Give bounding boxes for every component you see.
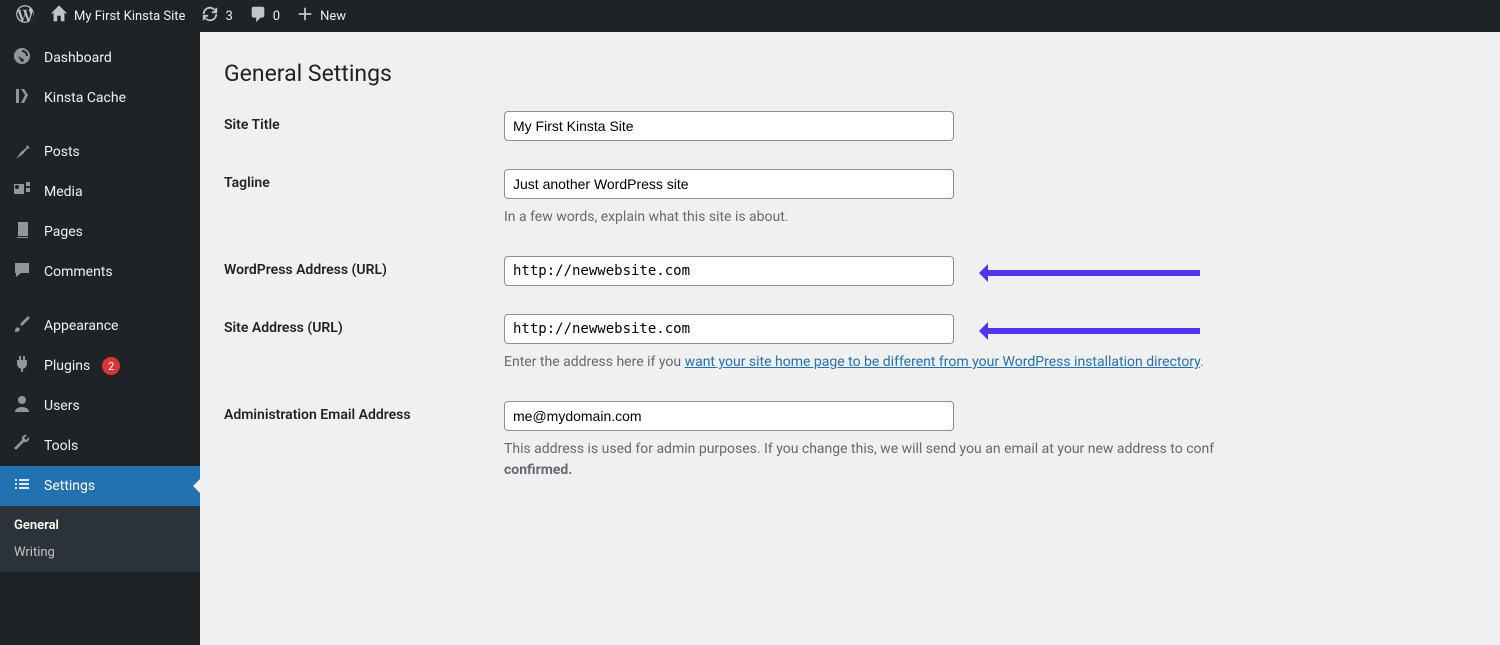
row-tagline: Tagline In a few words, explain what thi… bbox=[224, 169, 1476, 228]
settings-icon bbox=[12, 474, 32, 498]
pages-icon bbox=[12, 220, 32, 244]
sidebar-item-comments[interactable]: Comments bbox=[0, 252, 200, 292]
sidebar-item-settings[interactable]: Settings bbox=[0, 466, 200, 506]
sidebar-label: Users bbox=[44, 398, 80, 414]
sidebar-label: Plugins bbox=[44, 358, 90, 374]
dashboard-icon bbox=[12, 46, 32, 70]
sidebar-label: Dashboard bbox=[44, 50, 112, 66]
admin-email-input[interactable] bbox=[504, 401, 954, 431]
sidebar-label: Appearance bbox=[44, 318, 118, 334]
label-tagline: Tagline bbox=[224, 169, 504, 191]
site-name-link[interactable]: My First Kinsta Site bbox=[42, 0, 193, 32]
pin-icon bbox=[12, 140, 32, 164]
sidebar-label: Comments bbox=[44, 264, 113, 280]
label-wp-url: WordPress Address (URL) bbox=[224, 256, 504, 278]
comments-link[interactable]: 0 bbox=[241, 0, 288, 32]
sidebar-item-tools[interactable]: Tools bbox=[0, 426, 200, 466]
updates-link[interactable]: 3 bbox=[193, 0, 240, 32]
sidebar-item-plugins[interactable]: Plugins 2 bbox=[0, 346, 200, 386]
site-title-input[interactable] bbox=[504, 111, 954, 141]
sidebar-item-pages[interactable]: Pages bbox=[0, 212, 200, 252]
comment-icon bbox=[12, 260, 32, 284]
row-site-url: Site Address (URL) Enter the address her… bbox=[224, 314, 1476, 373]
kinsta-icon bbox=[12, 86, 32, 110]
home-icon bbox=[50, 5, 68, 27]
sidebar-item-kinsta-cache[interactable]: Kinsta Cache bbox=[0, 78, 200, 118]
brush-icon bbox=[12, 314, 32, 338]
sidebar-label: Pages bbox=[44, 224, 83, 240]
site-url-description: Enter the address here if you want your … bbox=[504, 352, 1476, 373]
annotation-arrow bbox=[970, 324, 1200, 338]
tagline-input[interactable] bbox=[504, 169, 954, 199]
sidebar-label: Posts bbox=[44, 144, 80, 160]
sidebar-separator bbox=[0, 292, 200, 306]
sidebar-label: Media bbox=[44, 184, 83, 200]
label-admin-email: Administration Email Address bbox=[224, 401, 504, 423]
sidebar-label: Tools bbox=[44, 438, 78, 454]
wrench-icon bbox=[12, 434, 32, 458]
wp-url-input[interactable] bbox=[504, 256, 954, 286]
user-icon bbox=[12, 394, 32, 418]
label-site-title: Site Title bbox=[224, 111, 504, 133]
comments-icon bbox=[249, 5, 267, 27]
new-content-link[interactable]: New bbox=[288, 0, 354, 32]
sidebar-separator bbox=[0, 118, 200, 132]
sidebar-item-media[interactable]: Media bbox=[0, 172, 200, 212]
updates-count: 3 bbox=[225, 9, 232, 24]
new-content-label: New bbox=[320, 9, 346, 24]
plugins-update-badge: 2 bbox=[102, 357, 120, 375]
plus-icon bbox=[296, 5, 314, 27]
sidebar-item-dashboard[interactable]: Dashboard bbox=[0, 38, 200, 78]
submenu-item-general[interactable]: General bbox=[0, 512, 200, 539]
main-content: General Settings Site Title Tagline In a… bbox=[200, 32, 1500, 645]
sidebar-item-posts[interactable]: Posts bbox=[0, 132, 200, 172]
site-url-input[interactable] bbox=[504, 314, 954, 344]
row-wp-url: WordPress Address (URL) bbox=[224, 256, 1476, 286]
wp-logo[interactable] bbox=[8, 0, 42, 32]
site-url-help-link[interactable]: want your site home page to be different… bbox=[685, 354, 1201, 370]
update-icon bbox=[201, 5, 219, 27]
admin-email-description: This address is used for admin purposes.… bbox=[504, 439, 1476, 481]
sidebar-item-users[interactable]: Users bbox=[0, 386, 200, 426]
site-name-text: My First Kinsta Site bbox=[74, 9, 185, 24]
comments-count: 0 bbox=[273, 9, 280, 24]
page-title: General Settings bbox=[224, 60, 1476, 87]
sidebar-label: Kinsta Cache bbox=[44, 90, 126, 106]
settings-submenu: General Writing bbox=[0, 506, 200, 572]
media-icon bbox=[12, 180, 32, 204]
submenu-item-writing[interactable]: Writing bbox=[0, 539, 200, 566]
wordpress-icon bbox=[16, 5, 34, 27]
sidebar-item-appearance[interactable]: Appearance bbox=[0, 306, 200, 346]
plugin-icon bbox=[12, 354, 32, 378]
sidebar-label: Settings bbox=[44, 478, 95, 494]
row-site-title: Site Title bbox=[224, 111, 1476, 141]
admin-sidebar: Dashboard Kinsta Cache Posts Media Pages bbox=[0, 32, 200, 645]
tagline-description: In a few words, explain what this site i… bbox=[504, 207, 1476, 228]
admin-bar: My First Kinsta Site 3 0 New bbox=[0, 0, 1500, 32]
annotation-arrow bbox=[970, 266, 1200, 280]
label-site-url: Site Address (URL) bbox=[224, 314, 504, 336]
row-admin-email: Administration Email Address This addres… bbox=[224, 401, 1476, 481]
